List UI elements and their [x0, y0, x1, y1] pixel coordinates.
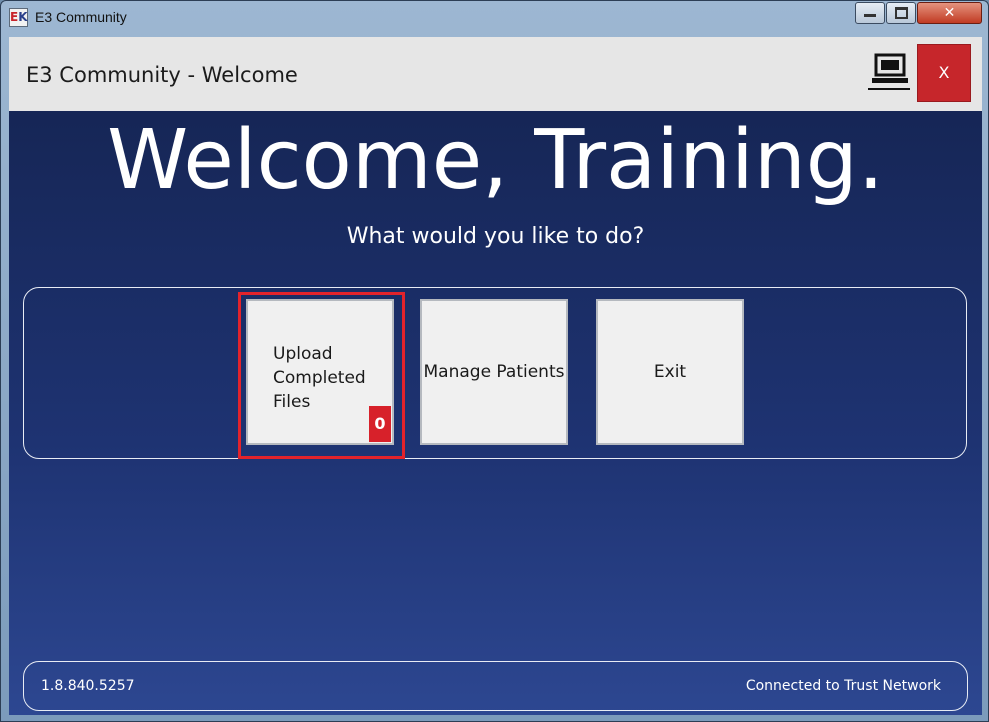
prompt-text: What would you like to do? — [346, 224, 645, 249]
window-close-button[interactable]: ✕ — [917, 2, 982, 24]
window-titlebar[interactable]: EK E3 Community ✕ — [1, 1, 988, 35]
app-window: EK E3 Community ✕ E3 Community - Welcome… — [0, 0, 989, 722]
main-panel: Welcome, Training. What would you like t… — [9, 111, 982, 715]
manage-patients-button[interactable]: Manage Patients — [420, 299, 568, 445]
upload-completed-files-button[interactable]: Upload Completed Files 0 — [246, 299, 394, 445]
upload-label-line-2: Completed — [273, 368, 366, 388]
maximize-icon — [894, 7, 908, 19]
manage-patients-label: Manage Patients — [423, 362, 565, 382]
client-area: E3 Community - Welcome X Welcome, Traini… — [9, 37, 982, 715]
pending-files-badge: 0 — [369, 406, 391, 442]
window-title: E3 Community — [35, 9, 127, 25]
exit-button[interactable]: Exit — [596, 299, 744, 445]
minimize-icon — [864, 14, 876, 17]
header-close-button[interactable]: X — [917, 44, 971, 102]
exit-label: Exit — [653, 362, 687, 382]
upload-label-line-1: Upload — [273, 344, 333, 364]
minimize-button[interactable] — [855, 2, 885, 24]
version-text: 1.8.840.5257 — [41, 678, 135, 694]
upload-label-line-3: Files — [273, 392, 311, 412]
maximize-button[interactable] — [886, 2, 916, 24]
connection-status: Connected to Trust Network — [745, 678, 941, 694]
close-icon: ✕ — [943, 5, 956, 21]
computer-icon — [868, 53, 910, 90]
page-title: E3 Community - Welcome — [26, 63, 298, 87]
welcome-heading: Welcome, Training. — [107, 113, 884, 208]
e3-logo-icon: EK — [9, 8, 28, 27]
app-header: E3 Community - Welcome X — [9, 37, 982, 111]
upload-button-label: Upload Completed Files — [273, 342, 366, 414]
